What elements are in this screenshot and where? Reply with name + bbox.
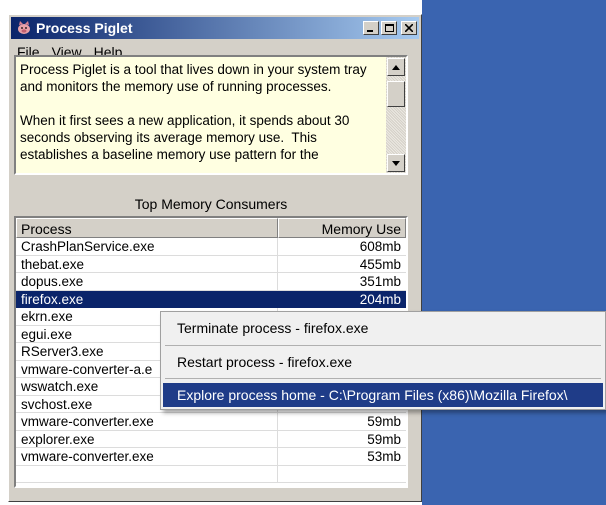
table-row[interactable]: dopus.exe 351mb [16, 273, 406, 291]
desktop-background [422, 0, 606, 505]
arrow-down-icon [392, 160, 400, 166]
table-row[interactable]: thebat.exe 455mb [16, 255, 406, 273]
window-title: Process Piglet [36, 20, 133, 36]
process-name: vmware-converter.exe [16, 413, 278, 431]
scroll-up-button[interactable] [387, 58, 405, 76]
process-name: explorer.exe [16, 430, 278, 448]
description-text: Process Piglet is a tool that lives down… [20, 62, 367, 162]
explore-process-home-item[interactable]: Explore process home - C:\Program Files … [163, 383, 603, 407]
scroll-thumb[interactable] [387, 81, 405, 107]
menu-separator [165, 378, 601, 379]
maximize-icon [384, 24, 394, 32]
table-row[interactable]: vmware-converter.exe 59mb [16, 413, 406, 431]
arrow-up-icon [392, 64, 400, 70]
table-row[interactable]: vmware-converter.exe 53mb [16, 448, 406, 466]
process-name: thebat.exe [16, 255, 278, 273]
context-menu: Terminate process - firefox.exe Restart … [160, 311, 606, 410]
memory-value: 455mb [278, 256, 406, 273]
memory-value: 53mb [278, 448, 406, 466]
process-name: dopus.exe [16, 273, 278, 291]
menu-separator [165, 345, 601, 346]
list-header: Process Memory Use [16, 218, 406, 238]
process-name: firefox.exe [16, 290, 278, 308]
process-name: CrashPlanService.exe [16, 238, 278, 256]
empty-cell [278, 466, 406, 483]
close-button[interactable] [401, 21, 417, 35]
scroll-down-button[interactable] [387, 154, 405, 172]
column-header-memory[interactable]: Memory Use [278, 218, 406, 238]
piglet-app-icon [16, 20, 32, 36]
restart-process-item[interactable]: Restart process - firefox.exe [163, 350, 603, 374]
table-row[interactable]: CrashPlanService.exe 608mb [16, 238, 406, 256]
empty-cell [16, 465, 278, 483]
process-name: vmware-converter.exe [16, 448, 278, 466]
table-row[interactable]: explorer.exe 59mb [16, 430, 406, 448]
memory-value: 351mb [278, 273, 406, 291]
table-row[interactable]: firefox.exe 204mb [16, 290, 406, 308]
terminate-process-item[interactable]: Terminate process - firefox.exe [163, 316, 603, 340]
section-title: Top Memory Consumers [134, 196, 288, 212]
memory-value: 59mb [278, 413, 406, 431]
maximize-button[interactable] [381, 21, 397, 35]
description-box[interactable]: Process Piglet is a tool that lives down… [14, 55, 408, 175]
table-row-empty [16, 465, 406, 483]
minimize-button[interactable] [363, 21, 379, 35]
close-icon [405, 24, 413, 32]
memory-value: 608mb [278, 238, 406, 256]
minimize-icon [367, 30, 373, 32]
memory-value: 204mb [278, 291, 406, 308]
column-header-process[interactable]: Process [16, 218, 278, 238]
memory-value: 59mb [278, 431, 406, 448]
description-scrollbar[interactable] [386, 57, 406, 173]
title-bar[interactable]: Process Piglet [11, 17, 419, 39]
